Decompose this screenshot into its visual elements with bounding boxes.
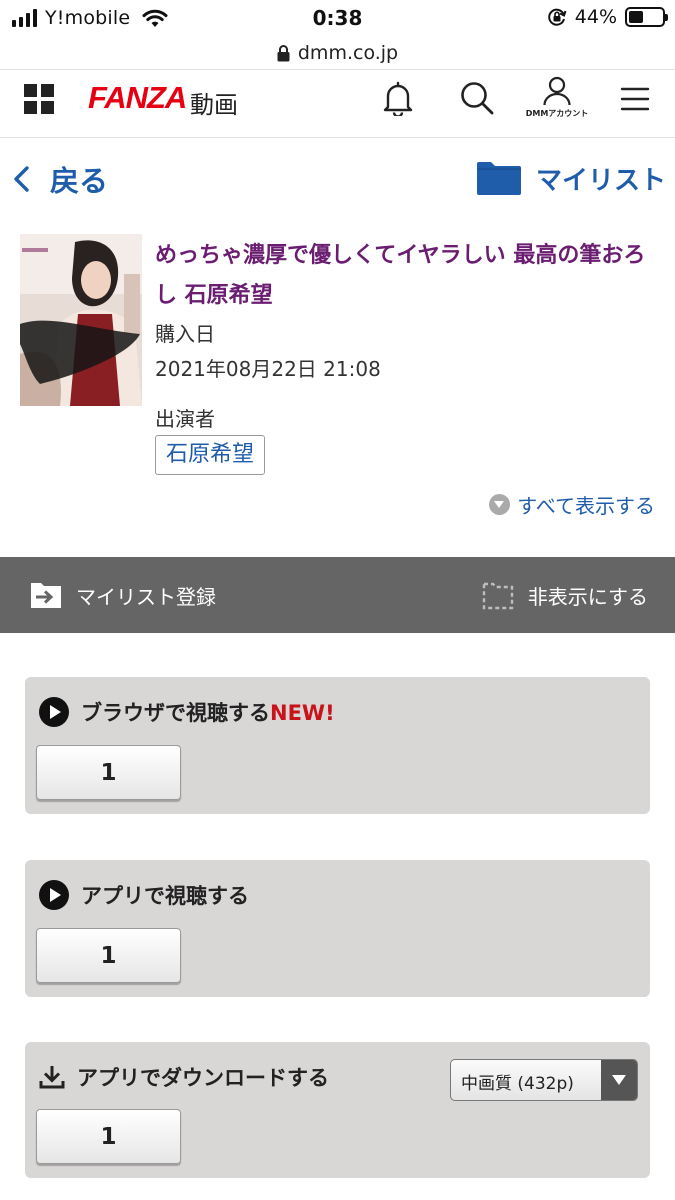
app-view-panel: アプリで視聴する 1 [25,860,650,997]
download-part-button[interactable]: 1 [36,1109,181,1164]
folder-add-icon [31,583,61,608]
purchase-date-value: 2021年08月22日 21:08 [155,357,381,381]
logo-subtitle[interactable]: 動画 [190,85,238,120]
app-download-title: アプリでダウンロードする [77,1066,329,1090]
folder-icon[interactable] [476,160,522,196]
battery-level-fill [629,11,643,23]
grid-menu-icon[interactable] [24,84,54,114]
quality-value: 中画質 (432p) [461,1074,574,1094]
navigation-row: 戻る マイリスト [0,138,675,218]
address-bar[interactable]: dmm.co.jp [0,37,675,69]
hide-label: 非表示にする [527,584,648,609]
product-thumbnail[interactable] [20,234,142,406]
cover-image [20,234,142,406]
new-badge: NEW! [270,701,335,725]
purchase-date-label: 購入日 [155,322,215,346]
add-to-mylist-button[interactable]: マイリスト登録 [30,580,216,610]
cast-label: 出演者 [155,407,215,431]
add-to-mylist-label: マイリスト登録 [76,584,216,609]
download-icon [39,1066,65,1089]
hamburger-menu-icon[interactable] [620,84,650,114]
play-icon [39,697,69,727]
mylist-link[interactable]: マイリスト [536,160,666,197]
status-bar: Y!mobile 0:38 44% [0,0,675,38]
battery-icon [625,7,668,27]
product-title[interactable]: めっちゃ濃厚で優しくてイヤラしい 最高の筆おろし 石原希望 [155,236,655,316]
fanza-logo[interactable]: FANZA [88,80,187,116]
account-label: DMMアカウント [525,109,589,118]
hidden-folder-icon [482,582,513,610]
site-header: FANZA 動画 DMMアカウント [0,69,675,138]
dropdown-arrow-icon [601,1060,637,1100]
bell-icon[interactable] [381,80,415,116]
back-link[interactable]: 戻る [50,158,108,200]
app-download-panel: アプリでダウンロードする 中画質 (432p) 1 [25,1042,650,1178]
account-button[interactable]: DMMアカウント [522,76,592,132]
battery-percentage: 44% [574,6,617,28]
action-bar: マイリスト登録 非表示にする [0,557,675,633]
quality-select[interactable]: 中画質 (432p) [450,1059,638,1101]
show-all-label: すべて表示する [517,494,655,518]
browser-view-panel: ブラウザで視聴するNEW! 1 [25,677,650,814]
show-all-link[interactable]: すべて表示する [489,490,655,519]
chevron-left-icon[interactable] [12,165,30,193]
app-view-title: アプリで視聴する [81,884,249,908]
browser-view-title: ブラウザで視聴する [81,701,270,725]
hide-button[interactable]: 非表示にする [482,580,648,610]
cast-chip[interactable]: 石原希望 [155,435,266,475]
padlock-icon [277,44,290,61]
account-icon [543,76,571,106]
chevron-down-circle-icon [489,494,511,515]
search-icon[interactable] [459,80,495,116]
rotation-lock-icon [547,8,567,26]
browser-part-button[interactable]: 1 [36,745,181,800]
app-view-part-button[interactable]: 1 [36,928,181,983]
url-text: dmm.co.jp [297,42,399,64]
play-icon [39,880,69,910]
